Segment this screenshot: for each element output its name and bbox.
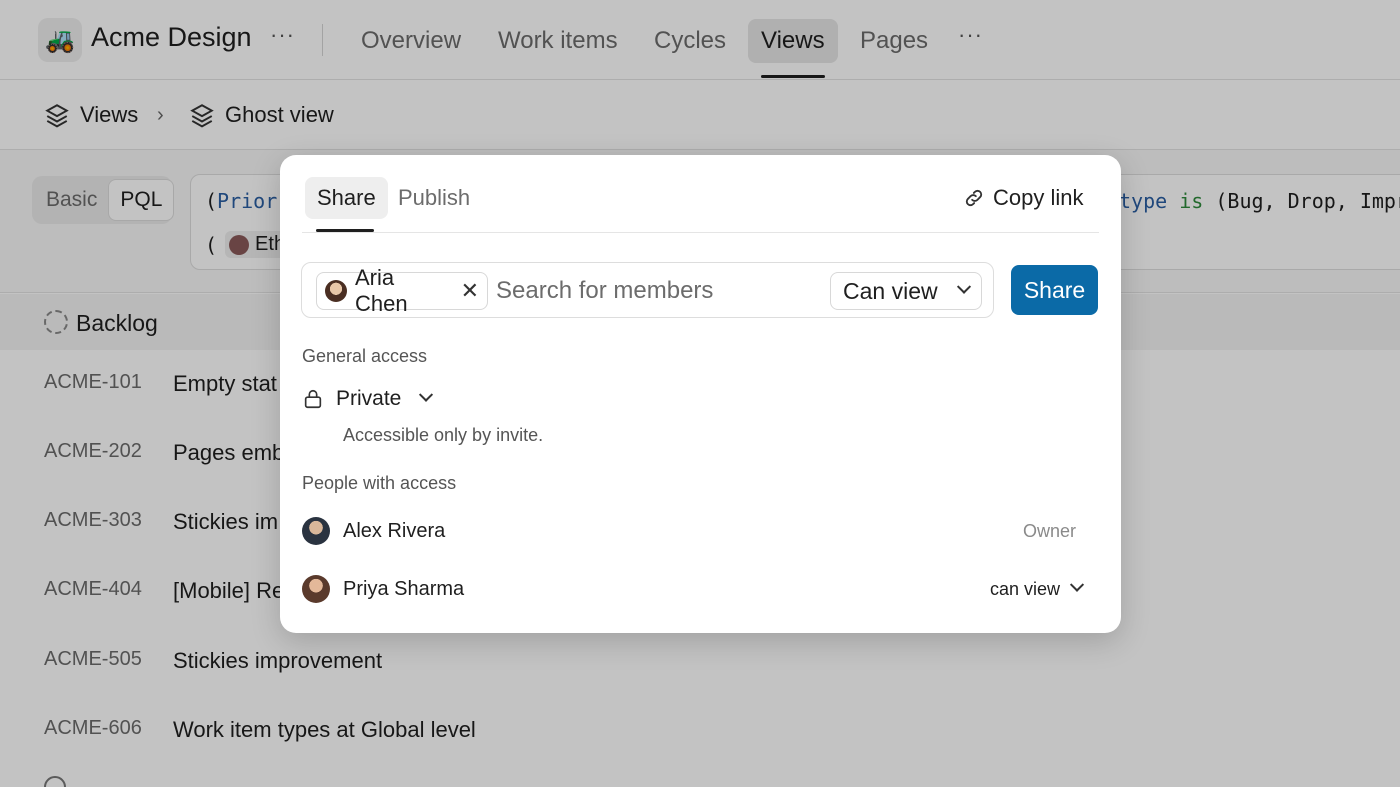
copy-link-button[interactable]: Copy link <box>963 185 1083 211</box>
permission-select-value: Can view <box>843 277 938 304</box>
person-row: Priya Sharma can view <box>302 569 1092 609</box>
selected-member-chip: Aria Chen ✕ <box>316 265 488 316</box>
link-icon <box>965 189 983 207</box>
modal-divider <box>302 232 1099 233</box>
person-role-value: can view <box>989 578 1060 599</box>
lock-icon <box>304 389 322 409</box>
tab-share[interactable]: Share <box>305 177 388 219</box>
avatar <box>302 575 330 603</box>
avatar <box>302 517 330 545</box>
access-description: Accessible only by invite. <box>343 425 544 445</box>
people-with-access-label: People with access <box>302 473 457 493</box>
share-modal: Share Publish Copy link Aria Chen ✕ Can … <box>280 155 1121 633</box>
chevron-down-icon <box>419 387 434 402</box>
person-role-select[interactable]: can view <box>989 577 1085 600</box>
general-access-select[interactable]: Private <box>302 387 434 411</box>
copy-link-label: Copy link <box>993 185 1084 210</box>
chevron-down-icon <box>956 279 972 294</box>
invite-field: Aria Chen ✕ Can view <box>301 262 994 318</box>
permission-select[interactable]: Can view <box>830 272 982 310</box>
avatar <box>325 280 347 302</box>
access-level-value: Private <box>336 387 402 410</box>
person-row: Alex Rivera Owner <box>302 511 1092 551</box>
chevron-down-icon <box>1069 577 1085 592</box>
general-access-label: General access <box>302 346 428 366</box>
person-name: Alex Rivera <box>343 519 446 542</box>
share-button[interactable]: Share <box>1011 265 1098 315</box>
person-name: Priya Sharma <box>343 577 465 600</box>
selected-member-name: Aria Chen <box>355 265 408 316</box>
tab-publish[interactable]: Publish <box>386 177 482 219</box>
remove-member-icon[interactable]: ✕ <box>461 278 479 304</box>
person-role: Owner <box>1022 520 1076 541</box>
member-search-input[interactable] <box>496 275 816 307</box>
